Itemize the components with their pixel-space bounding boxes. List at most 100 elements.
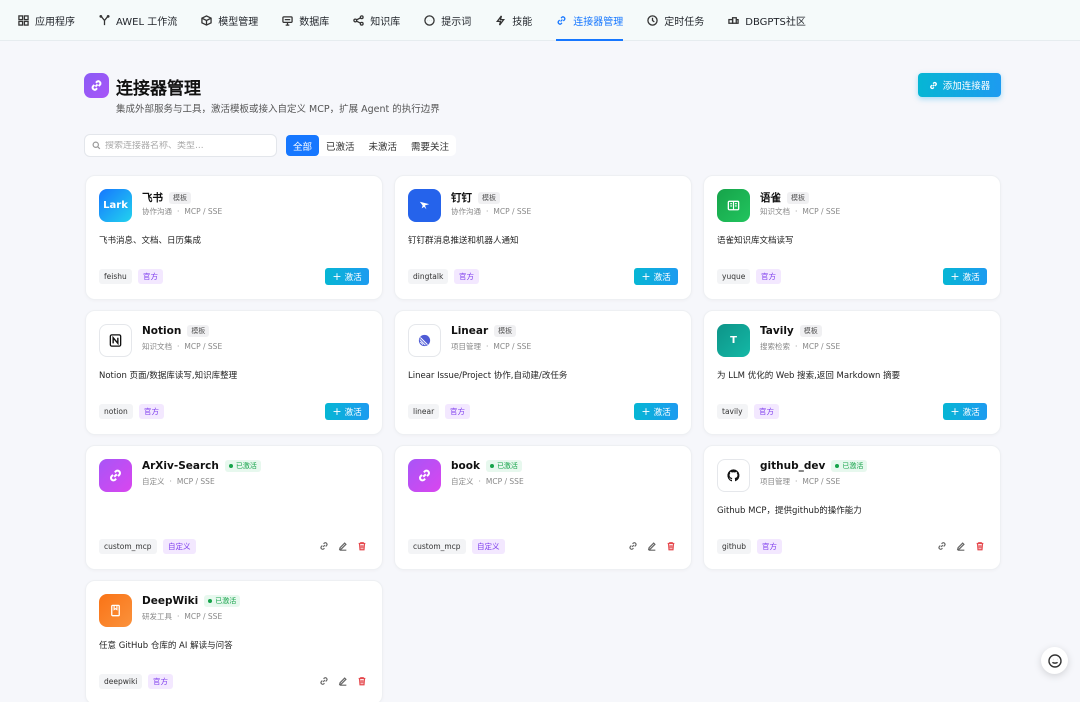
connector-category: 自定义 bbox=[451, 477, 474, 486]
link-icon[interactable] bbox=[936, 540, 948, 552]
connector-name: book bbox=[451, 460, 480, 472]
link-icon[interactable] bbox=[318, 675, 330, 687]
connector-card[interactable]: 钉钉 模板 协作沟通 · MCP / SSE 钉钉群消息推送和机器人通知 dingtalk 官… bbox=[394, 175, 692, 300]
activate-button[interactable]: + 激活 bbox=[943, 268, 987, 285]
smile-icon bbox=[1047, 653, 1062, 668]
nav-label: 技能 bbox=[512, 16, 533, 28]
connector-kind-tag: 官方 bbox=[756, 269, 781, 284]
help-button[interactable] bbox=[1041, 647, 1068, 674]
nav-item-database[interactable]: 数据库 bbox=[282, 0, 329, 41]
connector-description: 语雀知识库文档读写 bbox=[717, 236, 794, 246]
yuque-logo bbox=[717, 189, 750, 222]
connector-category: 协作沟通 bbox=[142, 207, 172, 216]
activate-button[interactable]: + 激活 bbox=[325, 403, 369, 420]
link-icon bbox=[557, 15, 566, 25]
template-badge: 模板 bbox=[787, 191, 809, 204]
connector-category: 研发工具 bbox=[142, 612, 172, 621]
connector-card[interactable]: book 已激活自定义 · MCP / SSE custom_mcp 自定义 bbox=[394, 445, 692, 570]
connector-kind-tag: 自定义 bbox=[472, 539, 505, 554]
activate-label: 激活 bbox=[653, 272, 671, 283]
connector-meta: 协作沟通 · MCP / SSE bbox=[451, 206, 531, 217]
connector-card[interactable]: Lark 飞书 模板 协作沟通 · MCP / SSE 飞书消息、文档、日历集成 feishu… bbox=[85, 175, 383, 300]
link-icon[interactable] bbox=[318, 540, 330, 552]
connector-card[interactable]: DeepWiki 已激活 研发工具 · MCP / SSE 任意 GitHub 仓库的 A… bbox=[85, 580, 383, 702]
nav-item-awel[interactable]: AWEL 工作流 bbox=[99, 0, 177, 41]
connector-category: 搜索检索 bbox=[760, 342, 790, 351]
status-dot bbox=[835, 464, 840, 468]
clock-icon bbox=[647, 14, 658, 26]
lightning-icon bbox=[496, 15, 506, 25]
activate-button[interactable]: + 激活 bbox=[943, 403, 987, 420]
workflow-icon bbox=[99, 14, 110, 25]
add-connector-button[interactable]: 添加连接器 bbox=[918, 73, 1001, 97]
nav-item-skills[interactable]: 技能 bbox=[495, 0, 532, 41]
activate-label: 激活 bbox=[344, 272, 362, 283]
filter-activated[interactable]: 已激活 bbox=[319, 135, 362, 156]
connector-meta: 项目管理 · MCP / SSE bbox=[760, 476, 840, 487]
connector-name: github_dev bbox=[760, 460, 826, 472]
nav-item-schedule[interactable]: 定时任务 bbox=[647, 0, 704, 41]
connector-transport: MCP / SSE bbox=[485, 477, 524, 486]
activate-label: 激活 bbox=[653, 407, 671, 418]
connector-meta: 自定义 · MCP / SSE bbox=[451, 476, 524, 487]
plus-icon: + bbox=[332, 405, 342, 418]
connector-card[interactable]: ArXiv-Search 已激活 自定义 · MCP / SSE custom_mcp 自定… bbox=[85, 445, 383, 570]
connector-card[interactable]: 语雀 模板 知识文档 · MCP / SSE 语雀知识库文档读写 yuque 官方 + 激活 bbox=[703, 175, 1001, 300]
nav-item-prompts[interactable]: 提示词 bbox=[424, 0, 471, 41]
nav-label: 提示词 bbox=[441, 16, 472, 28]
nav-label: 知识库 bbox=[370, 16, 401, 28]
connector-kind-tag: 官方 bbox=[754, 404, 779, 419]
share-icon bbox=[353, 14, 364, 26]
activate-button[interactable]: + 激活 bbox=[325, 268, 369, 285]
connector-card[interactable]: github_dev 已激活 项目管理 · MCP / SSE Github MCP，提供… bbox=[703, 445, 1001, 570]
nav-item-models[interactable]: 模型管理 bbox=[201, 0, 258, 41]
nav-label: 模型管理 bbox=[218, 16, 259, 28]
meta-separator: · bbox=[486, 342, 489, 351]
connector-id-tag: custom_mcp bbox=[408, 539, 466, 554]
database-icon bbox=[282, 15, 293, 26]
connector-card[interactable]: T Tavily 模板 搜索检索 · MCP / SSE 为 LLM 优化的 Web 搜索,… bbox=[703, 310, 1001, 435]
activate-button[interactable]: + 激活 bbox=[634, 268, 678, 285]
search-input[interactable] bbox=[105, 140, 275, 151]
nav-item-connectors[interactable]: 连接器管理 bbox=[556, 0, 624, 41]
connector-id-tag: feishu bbox=[99, 269, 132, 284]
nav-item-apps[interactable]: 应用程序 bbox=[18, 0, 75, 41]
search-icon bbox=[92, 141, 101, 150]
connector-category: 知识文档 bbox=[142, 342, 172, 351]
connector-id-tag: deepwiki bbox=[99, 674, 143, 689]
cube-icon bbox=[201, 14, 212, 26]
filter-inactive[interactable]: 未激活 bbox=[362, 135, 405, 156]
connector-title-row: 语雀 模板 bbox=[760, 190, 809, 205]
card-actions bbox=[311, 675, 368, 687]
edit-icon[interactable] bbox=[955, 540, 967, 552]
connector-transport: MCP / SSE bbox=[802, 342, 841, 351]
connector-id-tag: linear bbox=[408, 404, 440, 419]
active-badge: 已激活 bbox=[485, 460, 522, 472]
connector-name: 钉钉 bbox=[451, 192, 472, 204]
edit-icon[interactable] bbox=[337, 540, 349, 552]
delete-icon[interactable] bbox=[665, 540, 677, 552]
connector-id-tag: github bbox=[717, 539, 752, 554]
delete-icon[interactable] bbox=[356, 540, 368, 552]
connector-card[interactable]: N Notion 模板知识文档 · MCP / SSE Notion 页面/数据库读写,知… bbox=[85, 310, 383, 435]
edit-icon[interactable] bbox=[337, 675, 349, 687]
lark-logo: Lark bbox=[99, 189, 132, 222]
edit-icon[interactable] bbox=[646, 540, 658, 552]
delete-icon[interactable] bbox=[974, 540, 986, 552]
delete-icon[interactable] bbox=[356, 675, 368, 687]
connector-name: 语雀 bbox=[760, 192, 781, 204]
filter-all[interactable]: 全部 bbox=[286, 135, 320, 156]
meta-separator: · bbox=[486, 207, 489, 216]
meta-separator: · bbox=[795, 477, 798, 486]
nav-item-community[interactable]: DBGPTS社区 bbox=[728, 0, 806, 41]
connector-card[interactable]: Linear 模板 项目管理 · MCP / SSE Linear Issue/Proje… bbox=[394, 310, 692, 435]
search-box bbox=[84, 134, 277, 157]
connector-meta: 项目管理 · MCP / SSE bbox=[451, 341, 531, 352]
community-icon bbox=[728, 16, 739, 24]
meta-separator: · bbox=[177, 342, 180, 351]
meta-separator: · bbox=[177, 207, 180, 216]
activate-button[interactable]: + 激活 bbox=[634, 403, 678, 420]
nav-item-knowledge[interactable]: 知识库 bbox=[353, 0, 400, 41]
link-icon[interactable] bbox=[627, 540, 639, 552]
filter-needs-attention[interactable]: 需要关注 bbox=[404, 135, 456, 156]
